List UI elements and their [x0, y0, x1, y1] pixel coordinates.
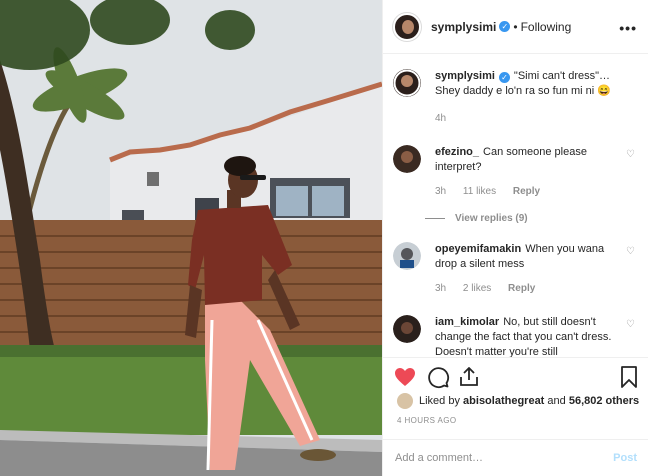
liker-username[interactable]: abisolathegreat [463, 395, 544, 407]
author-username[interactable]: symplysimi [431, 20, 496, 34]
add-comment-bar: Post [383, 439, 648, 476]
comment-meta: 3h 2 likes Reply [435, 281, 620, 296]
comment-body: opeyemifamakin When you wana drop a silen… [435, 242, 620, 296]
verified-icon: ✓ [498, 72, 510, 83]
author-avatar[interactable] [393, 12, 421, 41]
view-replies-button[interactable]: View replies (9) [425, 213, 528, 224]
comment-time[interactable]: 3h [435, 186, 446, 197]
comment-input[interactable] [395, 452, 614, 464]
commenter-avatar[interactable] [393, 145, 421, 173]
commenter-avatar[interactable] [393, 242, 421, 270]
verified-icon: ✓ [499, 21, 511, 32]
bookmark-icon[interactable] [617, 365, 641, 389]
reply-button[interactable]: Reply [508, 283, 535, 294]
post-timestamp[interactable]: 4 HOURS AGO [397, 416, 457, 425]
comment-body: iam_kimolar No, but still doesn't change … [435, 315, 620, 357]
caption-username[interactable]: symplysimi [435, 70, 495, 82]
comment-meta: 3h 11 likes Reply [435, 184, 620, 199]
likes-summary: Liked by abisolathegreat and 56,802 othe… [397, 391, 647, 411]
post-details-panel: symplysimi ✓ • Following ••• symplysimi ✓… [382, 0, 648, 476]
instagram-post-modal: symplysimi ✓ • Following ••• symplysimi ✓… [0, 0, 648, 476]
heart-icon[interactable] [393, 365, 417, 389]
commenter-avatar[interactable] [393, 315, 421, 343]
comment-username[interactable]: opeyemifamakin [435, 243, 521, 255]
comments-list[interactable]: symplysimi ✓ "Simi can't dress"… Shey dadd… [383, 55, 648, 357]
comment-likes[interactable]: 11 likes [463, 186, 496, 197]
comment-likes[interactable]: 2 likes [463, 283, 491, 294]
post-photo[interactable] [0, 0, 382, 476]
caption-time[interactable]: 4h [435, 113, 446, 124]
post-button[interactable]: Post [613, 452, 637, 464]
post-header: symplysimi ✓ • Following ••• [383, 0, 648, 54]
caption-avatar[interactable] [393, 69, 421, 97]
comment-time[interactable]: 3h [435, 283, 446, 294]
comment-like-icon[interactable]: ♡ [626, 246, 635, 257]
comment-like-icon[interactable]: ♡ [626, 149, 635, 160]
comment-icon[interactable] [426, 365, 450, 389]
more-icon[interactable]: ••• [619, 20, 637, 36]
comment-username[interactable]: efezino_ [435, 146, 479, 158]
caption-body: symplysimi ✓ "Simi can't dress"… Shey dadd… [435, 69, 620, 126]
comment-username[interactable]: iam_kimolar [435, 316, 499, 328]
reply-button[interactable]: Reply [513, 186, 540, 197]
share-icon[interactable] [457, 365, 481, 389]
liked-by-label: Liked by [419, 395, 460, 407]
comment-body: efezino_ Can someone please interpret? 3h… [435, 145, 620, 199]
likes-count[interactable]: 56,802 others [569, 395, 639, 407]
separator-dot: • [513, 19, 518, 34]
caption-meta: 4h [435, 111, 620, 126]
and-label: and [547, 395, 566, 407]
comment-like-icon[interactable]: ♡ [626, 319, 635, 330]
following-button[interactable]: Following [521, 20, 572, 34]
liker-avatar[interactable] [397, 393, 413, 409]
